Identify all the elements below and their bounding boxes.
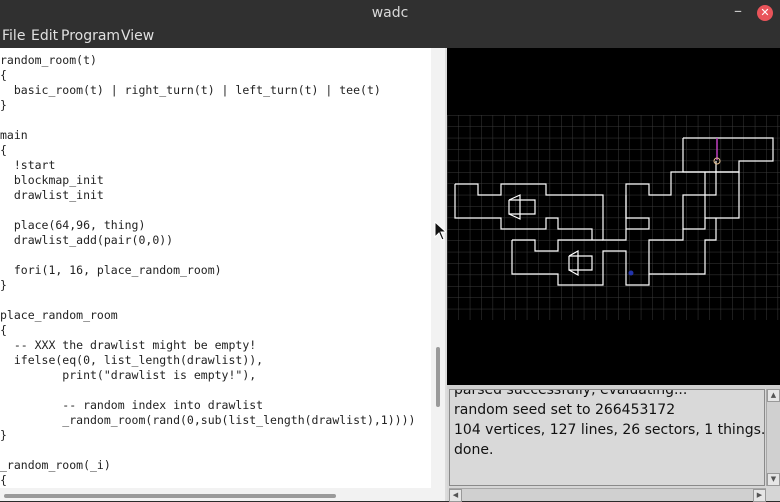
console-output[interactable]: parsed successfully, evaluating... rando…: [449, 389, 765, 486]
editor-horizontal-scroll-thumb[interactable]: [4, 494, 336, 498]
menu-view[interactable]: View: [121, 28, 154, 44]
code-line: !start: [0, 158, 56, 172]
code-line: -- random index into drawlist: [0, 398, 264, 412]
code-line: print("drawlist is empty!"),: [0, 368, 257, 382]
scroll-left-icon[interactable]: ◀: [449, 489, 462, 502]
console-horizontal-scrollbar[interactable]: ◀ ▶: [449, 488, 766, 502]
code-line: -- XXX the drawlist might be empty!: [0, 338, 257, 352]
code-editor[interactable]: random_room(t) { basic_room(t) | right_t…: [0, 48, 431, 488]
menu-bar: File Edit Program View: [0, 27, 780, 48]
console-line: done.: [454, 442, 494, 458]
thing-marker: [628, 270, 634, 276]
title-bar: wadc – ✕: [0, 0, 780, 27]
code-line: _random_room(rand(0,sub(list_length(draw…: [0, 413, 416, 427]
map-canvas: [447, 115, 780, 320]
window-title: wadc: [371, 5, 409, 21]
console-vertical-scrollbar[interactable]: ▲ ▼: [766, 389, 780, 486]
code-line: _random_room(_i): [0, 458, 111, 472]
mouse-pointer-icon: [434, 221, 446, 241]
scroll-up-icon[interactable]: ▲: [767, 389, 780, 402]
scroll-right-icon[interactable]: ▶: [753, 489, 766, 502]
code-line: }: [0, 278, 7, 292]
map-view[interactable]: [447, 48, 780, 385]
editor-vertical-scroll-thumb[interactable]: [436, 347, 440, 407]
code-line: {: [0, 473, 7, 487]
close-button[interactable]: ✕: [757, 5, 773, 21]
code-line: random_room(t): [0, 53, 97, 67]
menu-file[interactable]: File: [2, 28, 25, 44]
code-line: blockmap_init: [0, 173, 104, 187]
minimize-button[interactable]: –: [730, 3, 746, 21]
code-line: {: [0, 143, 7, 157]
editor-vertical-scrollbar[interactable]: [431, 48, 445, 488]
menu-program[interactable]: Program: [61, 28, 120, 44]
menu-edit[interactable]: Edit: [31, 28, 58, 44]
console-line: parsed successfully, evaluating...: [454, 389, 688, 398]
code-line: ifelse(eq(0, list_length(drawlist)),: [0, 353, 264, 367]
code-line: {: [0, 323, 7, 337]
code-line: {: [0, 68, 7, 82]
code-line: }: [0, 98, 7, 112]
code-line: drawlist_add(pair(0,0)): [0, 233, 174, 247]
code-line: drawlist_init: [0, 188, 104, 202]
code-line: place_random_room: [0, 308, 118, 322]
code-line: basic_room(t) | right_turn(t) | left_tur…: [0, 83, 381, 97]
code-line: place(64,96, thing): [0, 218, 146, 232]
code-line: main: [0, 128, 28, 142]
console-line: random seed set to 266453172: [454, 402, 676, 418]
scroll-down-icon[interactable]: ▼: [767, 473, 780, 486]
code-line: }: [0, 428, 7, 442]
code-line: fori(1, 16, place_random_room): [0, 263, 222, 277]
console-line: 104 vertices, 127 lines, 26 sectors, 1 t…: [454, 422, 765, 438]
